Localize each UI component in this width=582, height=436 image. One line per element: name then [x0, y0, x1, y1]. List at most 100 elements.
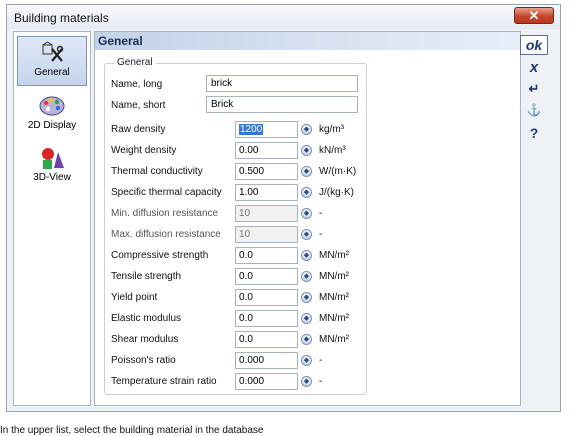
- property-unit: W/(m·K): [319, 166, 357, 177]
- property-value: 0.0: [239, 313, 253, 324]
- sidebar-item-3d-view[interactable]: 3D-View: [17, 142, 87, 192]
- property-value-field[interactable]: 10: [235, 226, 298, 243]
- property-label: Weight density: [111, 145, 177, 156]
- property-unit: MN/m²: [319, 271, 349, 282]
- property-label: Yield point: [111, 292, 158, 303]
- property-label: Poisson's ratio: [111, 355, 176, 366]
- property-unit: MN/m²: [319, 313, 349, 324]
- property-value-field[interactable]: 0.0: [235, 289, 298, 306]
- property-label: Thermal conductivity: [111, 166, 203, 177]
- name-short-label: Name, short: [111, 100, 166, 111]
- property-value-field[interactable]: 0.0: [235, 247, 298, 264]
- help-icon: ?: [529, 125, 539, 141]
- spinner-icon[interactable]: ◆: [301, 313, 312, 324]
- close-button[interactable]: ✕: [514, 7, 554, 24]
- property-unit: -: [319, 229, 323, 240]
- property-value-field[interactable]: 0.000: [235, 352, 298, 369]
- palette-icon: [39, 96, 65, 116]
- name-short-value: Brick: [211, 99, 234, 110]
- property-value-field[interactable]: 0.0: [235, 310, 298, 327]
- property-value: 10: [239, 208, 251, 219]
- sidebar-item-label: General: [34, 67, 70, 78]
- cancel-icon: x: [529, 59, 539, 76]
- status-text: In the upper list, select the building m…: [0, 425, 264, 436]
- spinner-icon[interactable]: ◆: [301, 187, 312, 198]
- property-unit: kN/m³: [319, 145, 346, 156]
- property-label: Elastic modulus: [111, 313, 182, 324]
- property-label: Specific thermal capacity: [111, 187, 222, 198]
- property-value-field[interactable]: 0.0: [235, 268, 298, 285]
- property-value: 0.0: [239, 271, 253, 282]
- tools-icon: [42, 41, 64, 62]
- panel-header: General: [95, 32, 520, 50]
- property-value: 0.500: [239, 166, 265, 177]
- property-unit: J/(kg·K): [319, 187, 354, 198]
- spinner-icon[interactable]: ◆: [301, 271, 312, 282]
- property-unit: -: [319, 376, 323, 387]
- property-unit: -: [319, 355, 323, 366]
- property-value: 0.0: [239, 250, 253, 261]
- property-unit: MN/m²: [319, 250, 349, 261]
- ok-button[interactable]: ok: [520, 35, 548, 55]
- spinner-icon[interactable]: ◆: [301, 145, 312, 156]
- property-value-field[interactable]: 0.0: [235, 331, 298, 348]
- property-value-field[interactable]: 0.500: [235, 163, 298, 180]
- property-label: Compressive strength: [111, 250, 209, 261]
- property-value-field[interactable]: 0.000: [235, 373, 298, 390]
- sidebar-item-label: 2D Display: [27, 120, 77, 131]
- property-value-field[interactable]: 1.00: [235, 184, 298, 201]
- ok-label: ok: [525, 37, 543, 53]
- property-label: Shear modulus: [111, 334, 179, 345]
- enter-button[interactable]: ↵: [520, 81, 548, 101]
- property-value: 0.0: [239, 292, 253, 303]
- property-label: Max. diffusion resistance: [111, 229, 221, 240]
- property-value: 1.00: [239, 187, 259, 198]
- spinner-icon[interactable]: ◆: [301, 124, 312, 135]
- group-title: General: [114, 57, 156, 68]
- spinner-icon[interactable]: ◆: [301, 229, 312, 240]
- spinner-icon[interactable]: ◆: [301, 166, 312, 177]
- name-long-value: brick: [211, 78, 233, 89]
- action-toolbar: ok x ↵ ⚓ ?: [520, 27, 548, 402]
- property-value: 1200: [239, 124, 264, 135]
- anchor-button[interactable]: ⚓: [520, 103, 548, 123]
- spinner-icon[interactable]: ◆: [301, 208, 312, 219]
- property-value: 0.000: [239, 376, 265, 387]
- cancel-button[interactable]: x: [520, 59, 548, 79]
- property-unit: -: [319, 208, 323, 219]
- title-bar[interactable]: Building materials ✕: [7, 5, 560, 29]
- property-value: 0.0: [239, 334, 253, 345]
- property-value-field[interactable]: 1200: [235, 121, 298, 138]
- property-unit: kg/m³: [319, 124, 344, 135]
- property-label: Min. diffusion resistance: [111, 208, 219, 219]
- anchor-icon: ⚓: [526, 103, 542, 117]
- general-panel: General General Name, long brick Name, s…: [94, 31, 521, 406]
- category-sidebar: General 2D Display 3D-View: [13, 31, 91, 406]
- panel-title: General: [98, 34, 143, 48]
- sidebar-item-label: 3D-View: [33, 172, 71, 183]
- name-long-field[interactable]: brick: [206, 75, 358, 92]
- property-value: 10: [239, 229, 251, 240]
- window-title: Building materials: [14, 11, 109, 25]
- name-long-label: Name, long: [111, 79, 163, 90]
- spinner-icon[interactable]: ◆: [301, 292, 312, 303]
- spinner-icon[interactable]: ◆: [301, 250, 312, 261]
- name-short-field[interactable]: Brick: [206, 96, 358, 113]
- property-label: Raw density: [111, 124, 166, 135]
- sidebar-item-2d-display[interactable]: 2D Display: [17, 90, 87, 140]
- property-value: 0.00: [239, 145, 259, 156]
- spinner-icon[interactable]: ◆: [301, 355, 312, 366]
- spinner-icon[interactable]: ◆: [301, 376, 312, 387]
- property-unit: MN/m²: [319, 292, 349, 303]
- spinner-icon[interactable]: ◆: [301, 334, 312, 345]
- property-label: Tensile strength: [111, 271, 182, 282]
- property-unit: MN/m²: [319, 334, 349, 345]
- property-value: 0.000: [239, 355, 265, 366]
- property-value-field[interactable]: 10: [235, 205, 298, 222]
- close-icon: ✕: [528, 8, 540, 23]
- 3d-shapes-icon: [42, 148, 64, 169]
- property-label: Temperature strain ratio: [111, 376, 217, 387]
- property-value-field[interactable]: 0.00: [235, 142, 298, 159]
- sidebar-item-general[interactable]: General: [17, 36, 87, 86]
- help-button[interactable]: ?: [520, 125, 548, 145]
